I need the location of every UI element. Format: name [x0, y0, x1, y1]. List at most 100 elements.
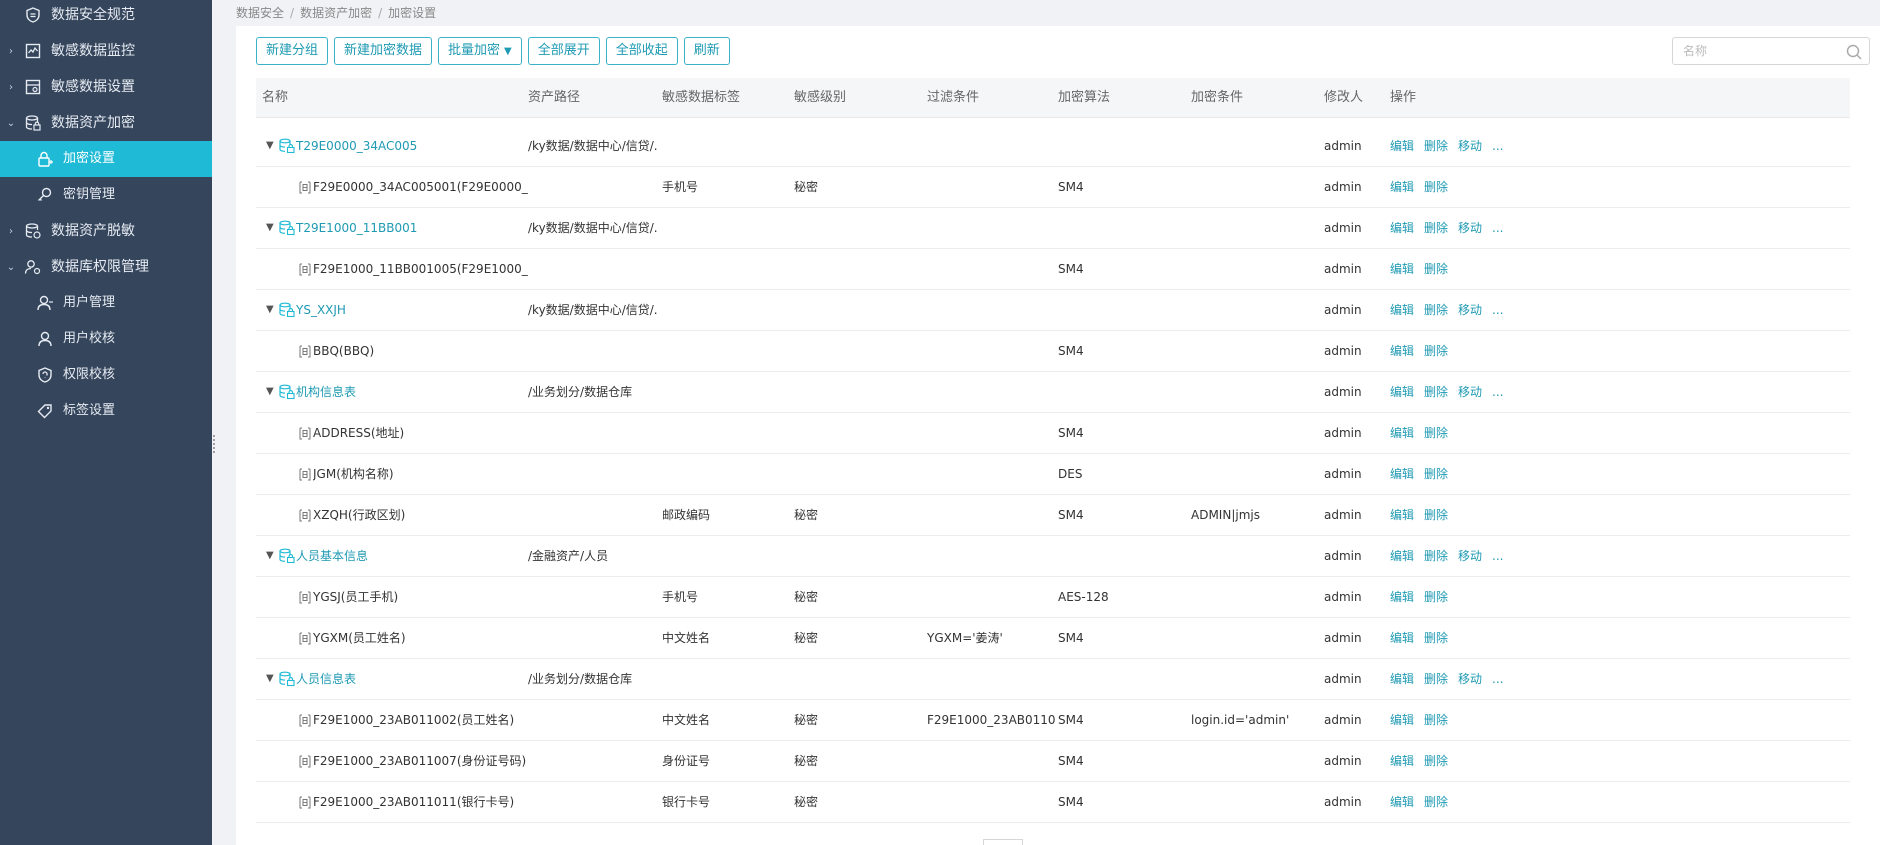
group-name[interactable]: T29E0000_34AC005 — [296, 126, 521, 166]
sidebar-item-tag-settings[interactable]: 标签设置 — [0, 393, 212, 429]
move-link[interactable]: 移动 — [1458, 221, 1482, 235]
table-row[interactable]: F29E1000_23AB011007(身份证号码) 身份证号 秘密 SM4 admin… — [256, 741, 1850, 782]
edit-link[interactable]: 编辑 — [1390, 631, 1414, 645]
group-name[interactable]: T29E1000_11BB001 — [296, 208, 521, 248]
table-row[interactable]: XZQH(行政区划) 邮政编码 秘密 SM4 ADMIN|jmjs admin 编辑 删除 — [256, 495, 1850, 536]
refresh-button[interactable]: 刷新 — [683, 37, 730, 65]
edit-link[interactable]: 编辑 — [1390, 713, 1414, 727]
edit-link[interactable]: 编辑 — [1390, 426, 1414, 440]
delete-link[interactable]: 删除 — [1424, 303, 1448, 317]
table-row-group[interactable]: ▼ 人员基本信息/金融资产/人员 admin 编辑 删除 移动... — [256, 536, 1850, 577]
table-row[interactable]: BBQ(BBQ) SM4 admin 编辑 删除 — [256, 331, 1850, 372]
caret-down-icon[interactable]: ▼ — [266, 141, 276, 151]
edit-link[interactable]: 编辑 — [1390, 754, 1414, 768]
caret-down-icon[interactable]: ▼ — [266, 551, 276, 561]
move-link[interactable]: 移动 — [1458, 139, 1482, 153]
delete-link[interactable]: 删除 — [1424, 631, 1448, 645]
caret-down-icon[interactable]: ▼ — [266, 387, 276, 397]
search-input[interactable] — [1683, 38, 1843, 64]
new-encrypt-data-button[interactable]: 新建加密数据 — [334, 37, 433, 65]
table-row[interactable]: F29E0000_34AC005001(F29E0000_34AC... 手机号 秘… — [256, 167, 1850, 208]
delete-link[interactable]: 删除 — [1424, 426, 1448, 440]
sidebar-item-db-permission[interactable]: ⌄ 数据库权限管理 — [0, 249, 212, 285]
table-row-group[interactable]: ▼ T29E1000_11BB001/ky数据/数据中心/信贷/... admin 编… — [256, 208, 1850, 249]
new-group-button[interactable]: 新建分组 — [256, 37, 329, 65]
delete-link[interactable]: 删除 — [1424, 549, 1448, 563]
edit-link[interactable]: 编辑 — [1390, 467, 1414, 481]
caret-down-icon[interactable]: ▼ — [266, 674, 276, 684]
move-link[interactable]: 移动 — [1458, 549, 1482, 563]
edit-link[interactable]: 编辑 — [1390, 180, 1414, 194]
delete-link[interactable]: 删除 — [1424, 795, 1448, 809]
edit-link[interactable]: 编辑 — [1390, 590, 1414, 604]
edit-link[interactable]: 编辑 — [1390, 508, 1414, 522]
edit-link[interactable]: 编辑 — [1390, 672, 1414, 686]
delete-link[interactable]: 删除 — [1424, 262, 1448, 276]
edit-link[interactable]: 编辑 — [1390, 385, 1414, 399]
sidebar-item-permission-check[interactable]: 权限校核 — [0, 357, 212, 393]
move-link[interactable]: 移动 — [1458, 303, 1482, 317]
search-icon[interactable] — [1845, 43, 1863, 61]
table-row-group[interactable]: ▼ YS_XXJH/ky数据/数据中心/信贷/... admin 编辑 删除 移动... — [256, 290, 1850, 331]
table-row[interactable]: JGM(机构名称) DES admin 编辑 删除 — [256, 454, 1850, 495]
sidebar-item-sensitive-monitor[interactable]: › 敏感数据监控 — [0, 33, 212, 69]
sidebar-item-user-check[interactable]: 用户校核 — [0, 321, 212, 357]
sidebar-item-asset-encryption[interactable]: ⌄ 数据资产加密 — [0, 105, 212, 141]
caret-down-icon[interactable]: ▼ — [266, 223, 276, 233]
delete-link[interactable]: 删除 — [1424, 467, 1448, 481]
edit-link[interactable]: 编辑 — [1390, 795, 1414, 809]
sidebar-item-sensitive-settings[interactable]: › 敏感数据设置 — [0, 69, 212, 105]
table-row[interactable]: YGXM(员工姓名) 中文姓名 秘密 YGXM='姜涛' SM4 admin 编辑 删除 — [256, 618, 1850, 659]
edit-link[interactable]: 编辑 — [1390, 262, 1414, 276]
expand-all-button[interactable]: 全部展开 — [527, 37, 600, 65]
sidebar-item-user-management[interactable]: 用户管理 — [0, 285, 212, 321]
splitter[interactable] — [212, 0, 236, 845]
delete-link[interactable]: 删除 — [1424, 180, 1448, 194]
more-link[interactable]: ... — [1492, 549, 1503, 563]
more-link[interactable]: ... — [1492, 303, 1503, 317]
caret-down-icon[interactable]: ▼ — [266, 305, 276, 315]
delete-link[interactable]: 删除 — [1424, 672, 1448, 686]
table-row[interactable]: F29E1000_23AB011011(银行卡号) 银行卡号 秘密 SM4 admin 编… — [256, 782, 1850, 823]
sidebar-item-encrypt-settings[interactable]: 加密设置 — [0, 141, 212, 177]
group-name[interactable]: 人员信息表 — [296, 659, 521, 699]
group-name[interactable]: 人员基本信息 — [296, 536, 521, 576]
group-name[interactable]: 机构信息表 — [296, 372, 521, 412]
table-row-group[interactable]: ▼ 人员信息表/业务划分/数据仓库 admin 编辑 删除 移动... — [256, 659, 1850, 700]
more-link[interactable]: ... — [1492, 221, 1503, 235]
delete-link[interactable]: 删除 — [1424, 139, 1448, 153]
more-link[interactable]: ... — [1492, 139, 1503, 153]
edit-link[interactable]: 编辑 — [1390, 139, 1414, 153]
table-row-group[interactable]: ▼ 机构信息表/业务划分/数据仓库 admin 编辑 删除 移动... — [256, 372, 1850, 413]
table-row[interactable]: F29E1000_23AB011002(员工姓名) 中文姓名 秘密 F29E1000_… — [256, 700, 1850, 741]
breadcrumb-item[interactable]: 数据资产加密 — [300, 6, 372, 20]
breadcrumb-item[interactable]: 数据安全 — [236, 6, 284, 20]
edit-link[interactable]: 编辑 — [1390, 221, 1414, 235]
delete-link[interactable]: 删除 — [1424, 385, 1448, 399]
edit-link[interactable]: 编辑 — [1390, 549, 1414, 563]
delete-link[interactable]: 删除 — [1424, 590, 1448, 604]
delete-link[interactable]: 删除 — [1424, 344, 1448, 358]
delete-link[interactable]: 删除 — [1424, 221, 1448, 235]
table-row[interactable]: YGSJ(员工手机) 手机号 秘密 AES-128 admin 编辑 删除 — [256, 577, 1850, 618]
batch-encrypt-dropdown[interactable]: 批量加密 ▼ — [438, 37, 522, 65]
table-row[interactable]: F29E1000_11BB001005(F29E1000_11BB0... SM4… — [256, 249, 1850, 290]
edit-link[interactable]: 编辑 — [1390, 303, 1414, 317]
move-link[interactable]: 移动 — [1458, 385, 1482, 399]
table-row-group[interactable]: ▼ T29E0000_34AC005/ky数据/数据中心/信贷/... admin 编… — [256, 126, 1850, 167]
group-name[interactable]: YS_XXJH — [296, 290, 521, 330]
sidebar-item-asset-masking[interactable]: › 数据资产脱敏 — [0, 213, 212, 249]
sidebar-item-security-spec[interactable]: 数据安全规范 — [0, 0, 212, 33]
edit-link[interactable]: 编辑 — [1390, 344, 1414, 358]
delete-link[interactable]: 删除 — [1424, 508, 1448, 522]
pagination[interactable] — [983, 839, 1023, 845]
collapse-all-button[interactable]: 全部收起 — [605, 37, 678, 65]
more-link[interactable]: ... — [1492, 672, 1503, 686]
table-row[interactable]: ADDRESS(地址) SM4 admin 编辑 删除 — [256, 413, 1850, 454]
sidebar-item-key-management[interactable]: 密钥管理 — [0, 177, 212, 213]
delete-link[interactable]: 删除 — [1424, 713, 1448, 727]
delete-link[interactable]: 删除 — [1424, 754, 1448, 768]
more-link[interactable]: ... — [1492, 385, 1503, 399]
move-link[interactable]: 移动 — [1458, 672, 1482, 686]
drag-handle-icon[interactable] — [212, 434, 216, 454]
